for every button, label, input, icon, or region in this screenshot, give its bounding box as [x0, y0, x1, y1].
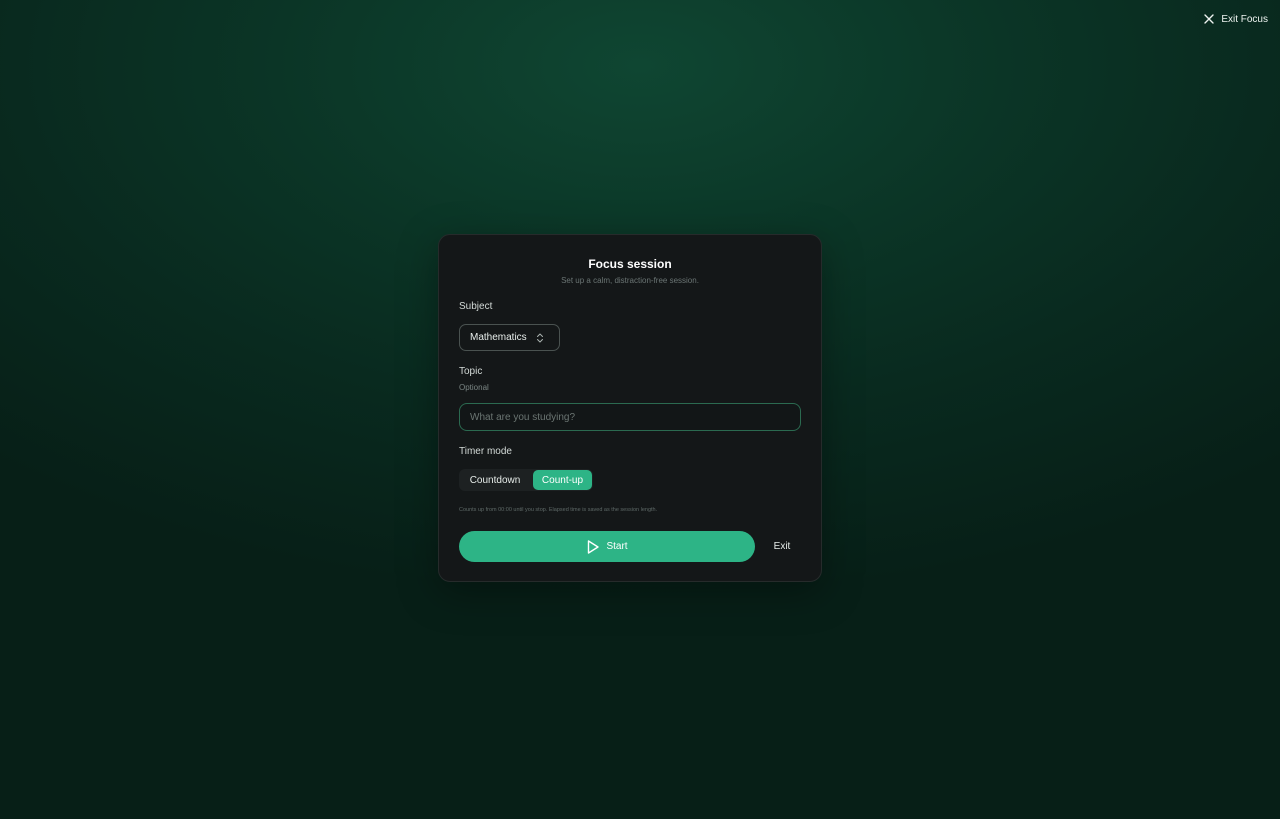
- start-button[interactable]: Start: [459, 531, 755, 562]
- topic-optional-hint: Optional: [459, 383, 489, 392]
- timer-mode-toggle: Countdown Count-up: [459, 469, 593, 491]
- exit-button[interactable]: Exit: [765, 540, 799, 554]
- subject-select[interactable]: Mathematics: [459, 324, 560, 351]
- start-label: Start: [606, 541, 628, 552]
- play-icon: [586, 539, 600, 555]
- focus-session-card: Focus session Set up a calm, distraction…: [438, 234, 822, 582]
- chevron-up-down-icon: [535, 332, 545, 344]
- card-title: Focus session: [588, 257, 672, 271]
- card-subtitle: Set up a calm, distraction-free session.: [561, 276, 699, 285]
- subject-value: Mathematics: [470, 332, 527, 343]
- close-icon: [1203, 13, 1215, 25]
- topic-label: Topic: [459, 366, 483, 377]
- exit-focus-label: Exit Focus: [1221, 13, 1268, 25]
- timer-mode-label: Timer mode: [459, 446, 512, 457]
- count-up-option[interactable]: Count-up: [533, 470, 592, 490]
- countdown-option[interactable]: Countdown: [460, 470, 530, 490]
- subject-label: Subject: [459, 301, 493, 312]
- exit-focus-button[interactable]: Exit Focus: [1203, 11, 1268, 27]
- topic-input[interactable]: [459, 403, 801, 431]
- timer-mode-hint: Counts up from 00:00 until you stop. Ela…: [459, 507, 658, 513]
